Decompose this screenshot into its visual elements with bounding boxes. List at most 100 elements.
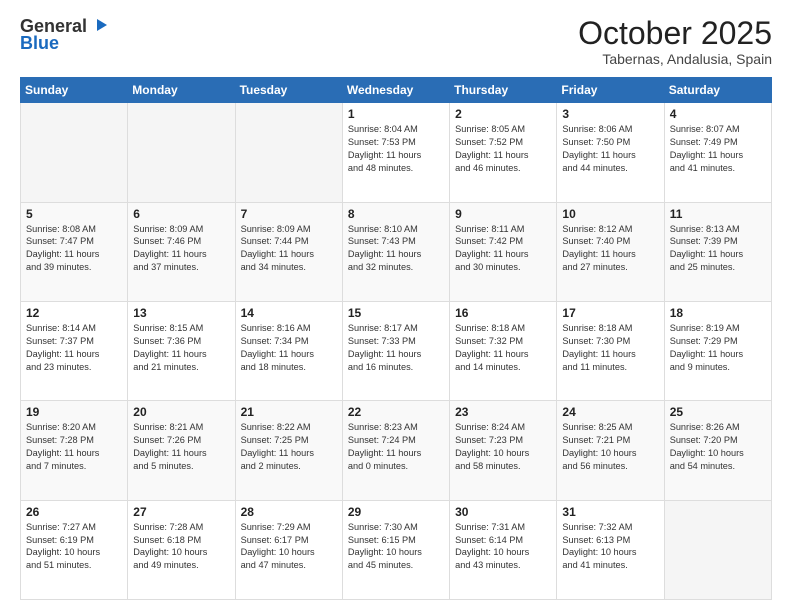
day-number: 26 [26, 505, 122, 519]
col-thursday: Thursday [450, 78, 557, 103]
header: General Blue October 2025 Tabernas, Anda… [20, 16, 772, 67]
day-info: Sunrise: 8:18 AM Sunset: 7:32 PM Dayligh… [455, 322, 551, 374]
day-number: 5 [26, 207, 122, 221]
calendar-cell: 24 Sunrise: 8:25 AM Sunset: 7:21 PM Dayli… [557, 401, 664, 500]
calendar-cell: 11 Sunrise: 8:13 AM Sunset: 7:39 PM Dayli… [664, 202, 771, 301]
day-info: Sunrise: 8:17 AM Sunset: 7:33 PM Dayligh… [348, 322, 444, 374]
day-number: 4 [670, 107, 766, 121]
day-info: Sunrise: 8:08 AM Sunset: 7:47 PM Dayligh… [26, 223, 122, 275]
calendar-cell: 5 Sunrise: 8:08 AM Sunset: 7:47 PM Daylig… [21, 202, 128, 301]
day-info: Sunrise: 8:12 AM Sunset: 7:40 PM Dayligh… [562, 223, 658, 275]
calendar-cell: 12 Sunrise: 8:14 AM Sunset: 7:37 PM Dayli… [21, 301, 128, 400]
day-info: Sunrise: 7:29 AM Sunset: 6:17 PM Dayligh… [241, 521, 337, 573]
calendar-cell: 30 Sunrise: 7:31 AM Sunset: 6:14 PM Dayli… [450, 500, 557, 599]
calendar-cell: 4 Sunrise: 8:07 AM Sunset: 7:49 PM Daylig… [664, 103, 771, 202]
calendar-cell [21, 103, 128, 202]
day-info: Sunrise: 8:23 AM Sunset: 7:24 PM Dayligh… [348, 421, 444, 473]
day-number: 16 [455, 306, 551, 320]
day-number: 2 [455, 107, 551, 121]
calendar-week-1: 1 Sunrise: 8:04 AM Sunset: 7:53 PM Daylig… [21, 103, 772, 202]
calendar-cell [235, 103, 342, 202]
day-info: Sunrise: 8:14 AM Sunset: 7:37 PM Dayligh… [26, 322, 122, 374]
day-number: 1 [348, 107, 444, 121]
calendar-cell: 26 Sunrise: 7:27 AM Sunset: 6:19 PM Dayli… [21, 500, 128, 599]
calendar-cell: 28 Sunrise: 7:29 AM Sunset: 6:17 PM Dayli… [235, 500, 342, 599]
day-info: Sunrise: 8:19 AM Sunset: 7:29 PM Dayligh… [670, 322, 766, 374]
day-info: Sunrise: 8:10 AM Sunset: 7:43 PM Dayligh… [348, 223, 444, 275]
logo: General Blue [20, 16, 109, 54]
calendar-cell: 6Sunrise: 8:09 AM Sunset: 7:46 PM Daylig… [128, 202, 235, 301]
day-info: Sunrise: 7:27 AM Sunset: 6:19 PM Dayligh… [26, 521, 122, 573]
day-info: Sunrise: 7:32 AM Sunset: 6:13 PM Dayligh… [562, 521, 658, 573]
calendar-cell: 17 Sunrise: 8:18 AM Sunset: 7:30 PM Dayli… [557, 301, 664, 400]
day-number: 22 [348, 405, 444, 419]
day-number: 20 [133, 405, 229, 419]
calendar-week-3: 12 Sunrise: 8:14 AM Sunset: 7:37 PM Dayli… [21, 301, 772, 400]
logo-icon [89, 17, 109, 37]
day-number: 24 [562, 405, 658, 419]
day-number: 17 [562, 306, 658, 320]
day-info: Sunrise: 8:18 AM Sunset: 7:30 PM Dayligh… [562, 322, 658, 374]
calendar-cell [128, 103, 235, 202]
calendar-week-2: 5 Sunrise: 8:08 AM Sunset: 7:47 PM Daylig… [21, 202, 772, 301]
calendar-cell: 10 Sunrise: 8:12 AM Sunset: 7:40 PM Dayli… [557, 202, 664, 301]
day-info: Sunrise: 8:05 AM Sunset: 7:52 PM Dayligh… [455, 123, 551, 175]
title-block: October 2025 Tabernas, Andalusia, Spain [578, 16, 772, 67]
calendar-cell: 8 Sunrise: 8:10 AM Sunset: 7:43 PM Daylig… [342, 202, 449, 301]
calendar-cell: 3 Sunrise: 8:06 AM Sunset: 7:50 PM Daylig… [557, 103, 664, 202]
col-friday: Friday [557, 78, 664, 103]
calendar-cell: 23Sunrise: 8:24 AM Sunset: 7:23 PM Dayli… [450, 401, 557, 500]
day-number: 12 [26, 306, 122, 320]
calendar-cell: 15 Sunrise: 8:17 AM Sunset: 7:33 PM Dayli… [342, 301, 449, 400]
col-wednesday: Wednesday [342, 78, 449, 103]
calendar-cell: 31Sunrise: 7:32 AM Sunset: 6:13 PM Dayli… [557, 500, 664, 599]
day-info: Sunrise: 8:15 AM Sunset: 7:36 PM Dayligh… [133, 322, 229, 374]
logo-blue: Blue [20, 33, 59, 54]
calendar-cell: 18Sunrise: 8:19 AM Sunset: 7:29 PM Dayli… [664, 301, 771, 400]
day-number: 23 [455, 405, 551, 419]
day-info: Sunrise: 8:26 AM Sunset: 7:20 PM Dayligh… [670, 421, 766, 473]
calendar-header-row: Sunday Monday Tuesday Wednesday Thursday… [21, 78, 772, 103]
day-info: Sunrise: 8:06 AM Sunset: 7:50 PM Dayligh… [562, 123, 658, 175]
calendar-cell: 14Sunrise: 8:16 AM Sunset: 7:34 PM Dayli… [235, 301, 342, 400]
calendar-cell: 16 Sunrise: 8:18 AM Sunset: 7:32 PM Dayli… [450, 301, 557, 400]
calendar-cell: 22 Sunrise: 8:23 AM Sunset: 7:24 PM Dayli… [342, 401, 449, 500]
day-number: 28 [241, 505, 337, 519]
day-info: Sunrise: 8:25 AM Sunset: 7:21 PM Dayligh… [562, 421, 658, 473]
day-info: Sunrise: 8:13 AM Sunset: 7:39 PM Dayligh… [670, 223, 766, 275]
month-title: October 2025 [578, 16, 772, 51]
day-info: Sunrise: 8:07 AM Sunset: 7:49 PM Dayligh… [670, 123, 766, 175]
day-number: 21 [241, 405, 337, 419]
day-info: Sunrise: 8:09 AM Sunset: 7:46 PM Dayligh… [133, 223, 229, 275]
calendar-table: Sunday Monday Tuesday Wednesday Thursday… [20, 77, 772, 600]
day-number: 30 [455, 505, 551, 519]
day-info: Sunrise: 8:09 AM Sunset: 7:44 PM Dayligh… [241, 223, 337, 275]
calendar-cell [664, 500, 771, 599]
day-number: 15 [348, 306, 444, 320]
calendar-cell: 29Sunrise: 7:30 AM Sunset: 6:15 PM Dayli… [342, 500, 449, 599]
day-number: 9 [455, 207, 551, 221]
day-number: 25 [670, 405, 766, 419]
calendar-cell: 25 Sunrise: 8:26 AM Sunset: 7:20 PM Dayli… [664, 401, 771, 500]
day-info: Sunrise: 8:22 AM Sunset: 7:25 PM Dayligh… [241, 421, 337, 473]
day-info: Sunrise: 7:28 AM Sunset: 6:18 PM Dayligh… [133, 521, 229, 573]
day-number: 10 [562, 207, 658, 221]
calendar-cell: 2 Sunrise: 8:05 AM Sunset: 7:52 PM Daylig… [450, 103, 557, 202]
day-number: 29 [348, 505, 444, 519]
day-number: 19 [26, 405, 122, 419]
day-number: 14 [241, 306, 337, 320]
calendar-week-4: 19 Sunrise: 8:20 AM Sunset: 7:28 PM Dayli… [21, 401, 772, 500]
calendar-cell: 1 Sunrise: 8:04 AM Sunset: 7:53 PM Daylig… [342, 103, 449, 202]
calendar-cell: 13Sunrise: 8:15 AM Sunset: 7:36 PM Dayli… [128, 301, 235, 400]
day-info: Sunrise: 8:04 AM Sunset: 7:53 PM Dayligh… [348, 123, 444, 175]
day-number: 8 [348, 207, 444, 221]
day-number: 3 [562, 107, 658, 121]
day-number: 11 [670, 207, 766, 221]
calendar-week-5: 26 Sunrise: 7:27 AM Sunset: 6:19 PM Dayli… [21, 500, 772, 599]
location: Tabernas, Andalusia, Spain [578, 51, 772, 67]
day-info: Sunrise: 8:20 AM Sunset: 7:28 PM Dayligh… [26, 421, 122, 473]
day-info: Sunrise: 8:21 AM Sunset: 7:26 PM Dayligh… [133, 421, 229, 473]
day-info: Sunrise: 7:31 AM Sunset: 6:14 PM Dayligh… [455, 521, 551, 573]
page: General Blue October 2025 Tabernas, Anda… [0, 0, 792, 612]
col-tuesday: Tuesday [235, 78, 342, 103]
